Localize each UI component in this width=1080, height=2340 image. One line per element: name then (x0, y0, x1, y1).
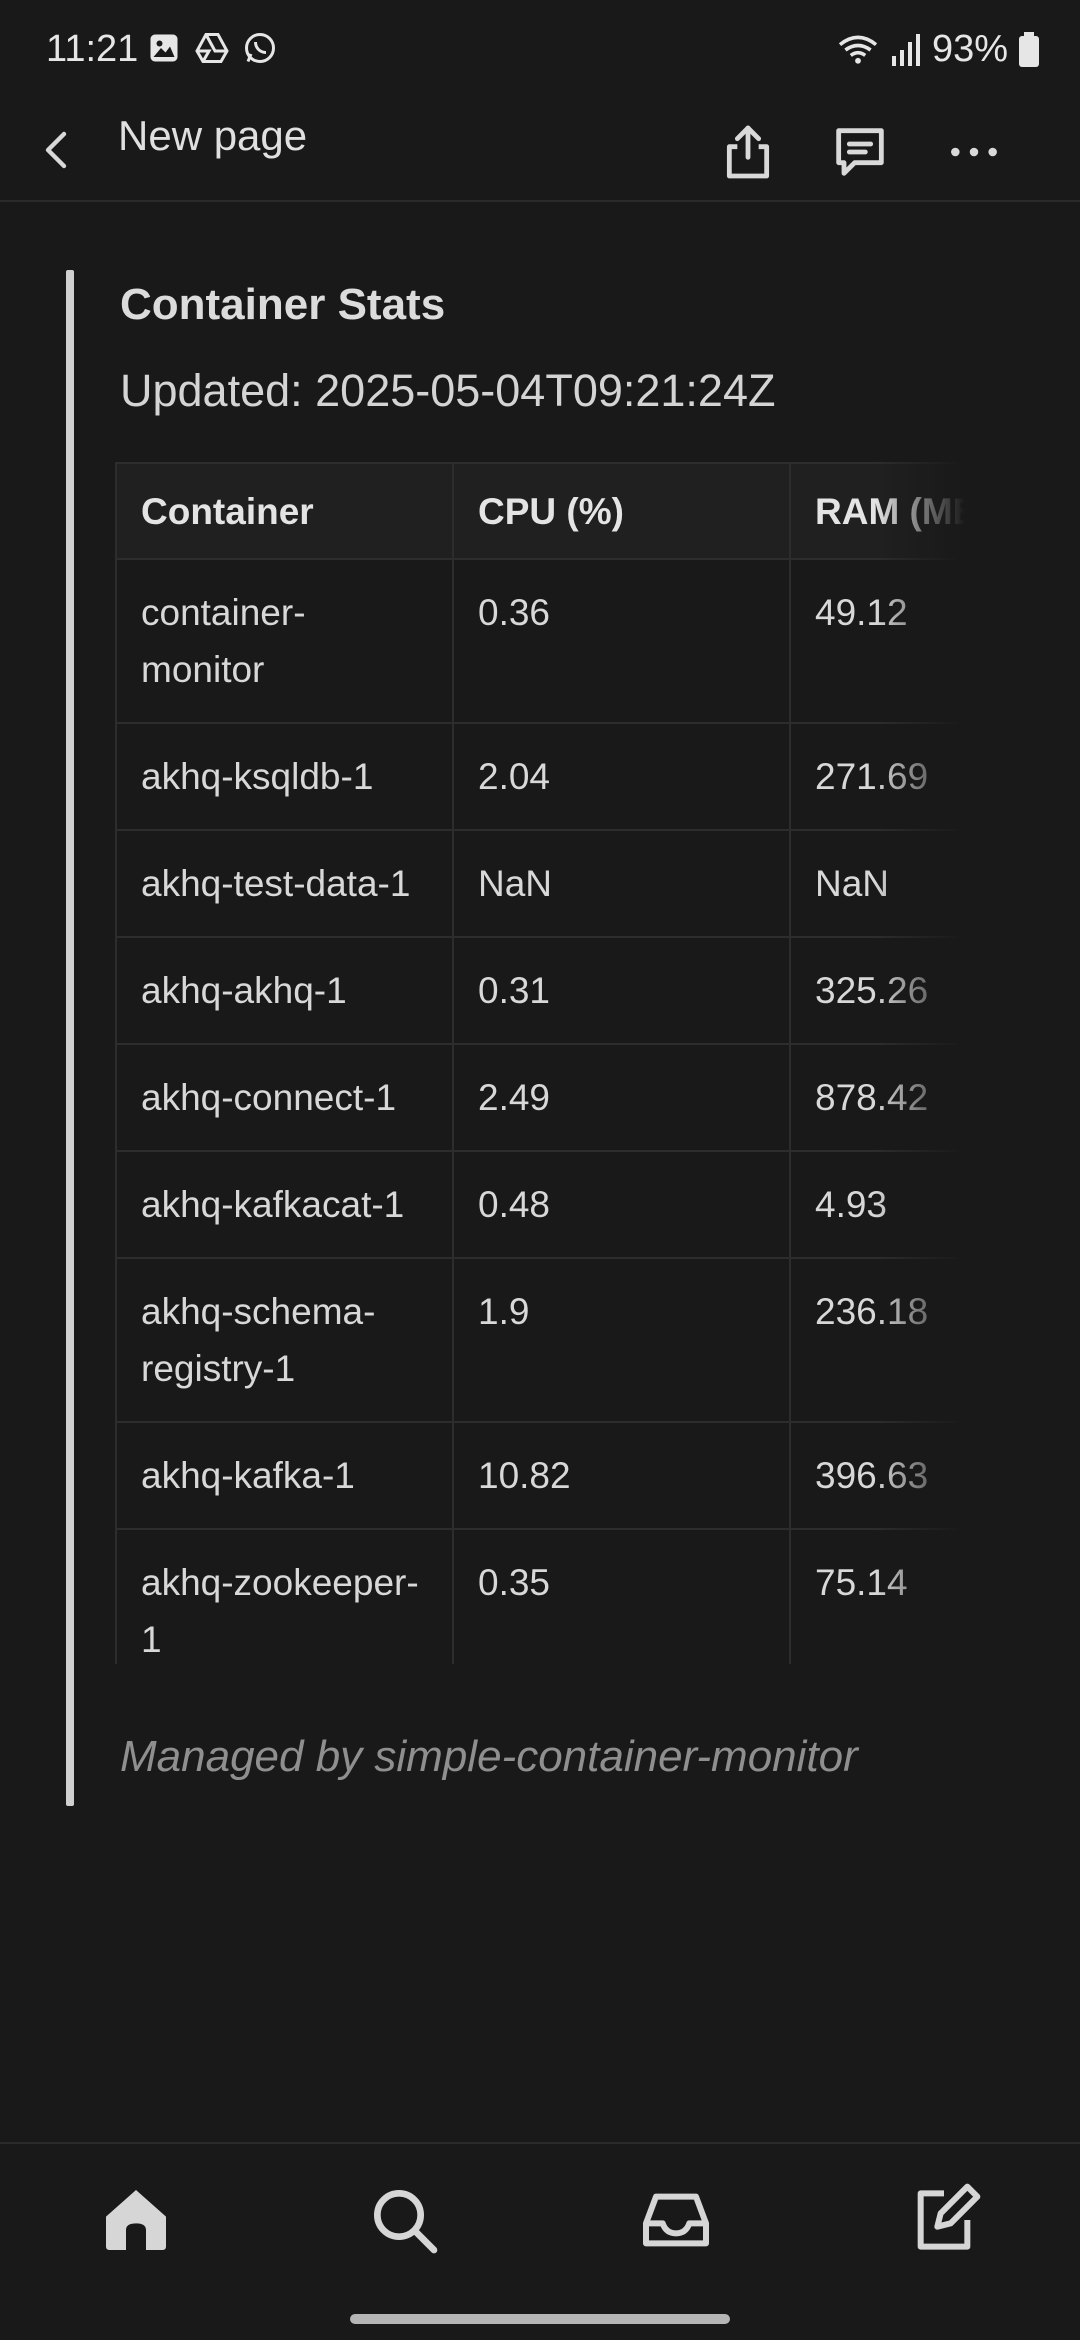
page-title[interactable]: New page (118, 112, 307, 160)
cell-container: akhq-ksqldb-1 (115, 722, 454, 831)
table-row: akhq-test-data-1 NaN NaN (115, 829, 965, 938)
footer-note: Managed by simple-container-monitor (120, 1732, 858, 1781)
table-row: akhq-ksqldb-1 2.04 271.69 (115, 722, 965, 831)
cell-cpu: 10.82 (452, 1421, 791, 1530)
home-icon[interactable] (96, 2180, 176, 2260)
table-row: container-monitor 0.36 49.12 (115, 558, 965, 724)
cell-cpu: 0.35 (452, 1528, 791, 1664)
table-row: akhq-connect-1 2.49 878.42 (115, 1043, 965, 1152)
cell-container: akhq-akhq-1 (115, 936, 454, 1045)
status-time: 11:21 (46, 28, 139, 70)
back-icon[interactable] (34, 126, 82, 174)
table-row: akhq-akhq-1 0.31 325.26 (115, 936, 965, 1045)
callout-title: Container Stats (120, 280, 446, 329)
table-row: akhq-kafkacat-1 0.48 4.93 (115, 1150, 965, 1259)
gallery-icon (150, 34, 178, 62)
home-indicator[interactable] (350, 2314, 730, 2324)
cell-container: akhq-schema-registry-1 (115, 1257, 454, 1423)
compose-icon[interactable] (904, 2180, 984, 2260)
signal-icon (891, 33, 920, 66)
header-cpu: CPU (%) (452, 462, 791, 560)
cell-cpu: 1.9 (452, 1257, 791, 1423)
wifi-icon (838, 35, 878, 64)
bottom-nav (0, 2142, 1080, 2284)
quote-bar (66, 270, 74, 1806)
updated-timestamp: Updated: 2025-05-04T09:21:24Z (120, 365, 776, 416)
comment-icon[interactable] (828, 120, 892, 184)
cell-cpu: 0.36 (452, 558, 791, 724)
table-row: akhq-kafka-1 10.82 396.63 (115, 1421, 965, 1530)
cell-cpu: NaN (452, 829, 791, 938)
cell-container: akhq-kafkacat-1 (115, 1150, 454, 1259)
table-header-row: Container CPU (%) RAM (MB) (115, 462, 965, 560)
cell-container: akhq-test-data-1 (115, 829, 454, 938)
cell-container: container-monitor (115, 558, 454, 724)
more-icon[interactable] (942, 120, 1006, 184)
cell-container: akhq-zookeeper-1 (115, 1528, 454, 1664)
share-icon[interactable] (716, 120, 780, 184)
header-container: Container (115, 462, 454, 560)
table-row: akhq-schema-registry-1 1.9 236.18 (115, 1257, 965, 1423)
cell-cpu: 2.49 (452, 1043, 791, 1152)
cell-cpu: 0.48 (452, 1150, 791, 1259)
stats-table: Container CPU (%) RAM (MB) container-mon… (115, 462, 965, 1664)
table-row: akhq-zookeeper-1 0.35 75.14 (115, 1528, 965, 1664)
inbox-icon[interactable] (636, 2180, 716, 2260)
cell-cpu: 2.04 (452, 722, 791, 831)
status-bar: 11:21 93% (0, 0, 1080, 100)
cell-container: akhq-connect-1 (115, 1043, 454, 1152)
battery-percent: 93% (931, 28, 1008, 70)
whatsapp-icon (245, 33, 275, 63)
stats-table-scroller[interactable]: Container CPU (%) RAM (MB) container-mon… (115, 462, 965, 1664)
cell-cpu: 0.31 (452, 936, 791, 1045)
scroll-fade (875, 462, 965, 1664)
drive-icon (195, 33, 229, 63)
search-icon[interactable] (364, 2180, 444, 2260)
cell-container: akhq-kafka-1 (115, 1421, 454, 1530)
battery-icon (1019, 31, 1039, 67)
